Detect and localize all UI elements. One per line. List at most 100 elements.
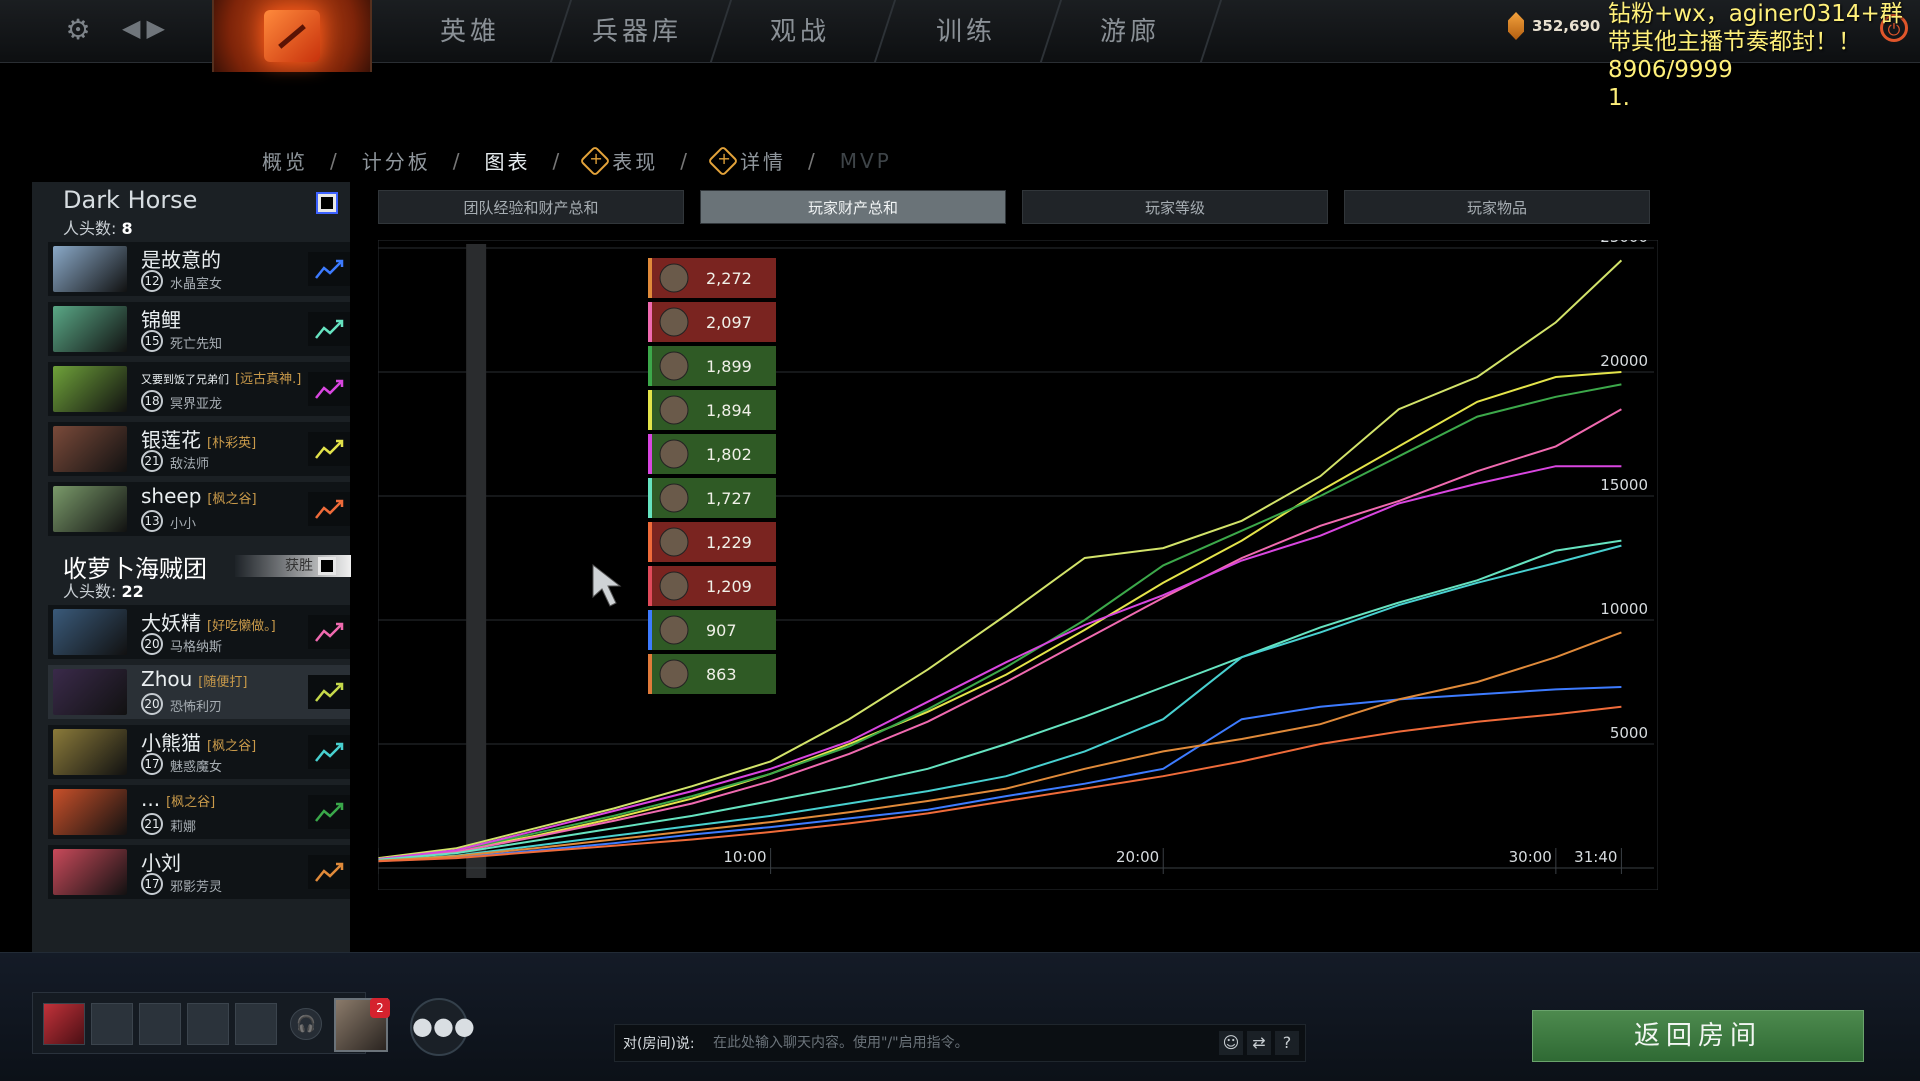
player-row[interactable]: 是故意的 12 水晶室女	[48, 242, 350, 296]
trend-line-icon[interactable]	[308, 432, 350, 466]
x-tick-label: 31:40	[1574, 848, 1617, 866]
nav-arrows[interactable]: ◀▶	[122, 14, 171, 42]
shard-gem-icon	[1508, 12, 1524, 40]
y-tick-label: 20000	[1600, 352, 1648, 370]
subnav-performance[interactable]: 表现	[579, 144, 658, 177]
player-name-text: 小刘	[141, 851, 181, 875]
tooltip-value: 1,899	[706, 357, 752, 376]
player-name-text: ...	[141, 787, 161, 811]
player-name: 大妖精 [好吃懒做。]	[141, 607, 276, 636]
tooltip-value: 1,209	[706, 577, 752, 596]
party-slot-empty[interactable]	[187, 1003, 229, 1045]
return-to-lobby-button[interactable]: 返回房间	[1532, 1010, 1864, 1062]
player-name: ... [枫之谷]	[141, 787, 215, 811]
hero-head-icon	[659, 263, 689, 293]
player-row[interactable]: 大妖精 [好吃懒做。] 20 马格纳斯	[48, 605, 350, 659]
hero-head-icon	[659, 571, 689, 601]
nav-tab-heroes[interactable]: 英雄	[440, 10, 500, 54]
tooltip-row-color	[648, 654, 652, 694]
player-guild-tag: [枫之谷]	[166, 795, 216, 810]
dota-logo-button[interactable]	[212, 0, 372, 72]
party-slot-empty[interactable]	[235, 1003, 277, 1045]
nav-tab-learn[interactable]: 训练	[936, 10, 996, 54]
plus-icon	[707, 144, 739, 177]
radiant-toggle-checkbox[interactable]	[316, 192, 338, 214]
player-name: 小熊猫 [枫之谷]	[141, 727, 256, 756]
subnav-separator: /	[330, 148, 340, 173]
subnav-separator: /	[680, 148, 690, 173]
chart-tab-player-items[interactable]: 玩家物品	[1344, 190, 1650, 224]
hero-head-icon	[659, 527, 689, 557]
subnav-details[interactable]: 详情	[707, 144, 786, 177]
shards-balance[interactable]: 352,690	[1508, 12, 1600, 40]
player-row[interactable]: 银莲花 [朴彩英] 21 敌法师	[48, 422, 350, 476]
y-tick-label: 15000	[1600, 476, 1648, 494]
hero-portrait	[53, 426, 127, 472]
hero-level: 21	[141, 450, 163, 472]
trend-line-icon[interactable]	[308, 735, 350, 769]
hero-level: 21	[141, 813, 163, 835]
voice-headset-icon[interactable]: 🎧	[290, 1008, 322, 1040]
hero-level: 18	[141, 390, 163, 412]
trend-line-icon[interactable]	[308, 795, 350, 829]
hero-name: 水晶室女	[170, 277, 223, 292]
subnav-mvp: MVP	[839, 148, 892, 173]
settings-gear-icon[interactable]: ⚙	[62, 14, 94, 46]
player-row[interactable]: ... [枫之谷] 21 莉娜	[48, 785, 350, 839]
party-slot-empty[interactable]	[91, 1003, 133, 1045]
trend-line-icon[interactable]	[308, 252, 350, 286]
subnav-separator: /	[452, 148, 463, 173]
kills-label: 人头数:	[63, 219, 117, 238]
help-icon[interactable]: ?	[1275, 1031, 1299, 1055]
player-guild-tag: [随便打]	[198, 675, 248, 690]
chart-tab-player-level[interactable]: 玩家等级	[1022, 190, 1328, 224]
hero-name: 莉娜	[170, 820, 197, 835]
trend-line-icon[interactable]	[308, 372, 350, 406]
emoji-icon[interactable]: ☺	[1219, 1031, 1243, 1055]
kills-value: 22	[121, 582, 144, 601]
player-row[interactable]: 小熊猫 [枫之谷] 17 魅惑魔女	[48, 725, 350, 779]
player-name: 银莲花 [朴彩英]	[141, 424, 256, 453]
chat-wheel-icon[interactable]: ⇄	[1247, 1031, 1271, 1055]
trend-line-icon[interactable]	[308, 855, 350, 889]
player-row[interactable]: 锦鲤 15 死亡先知	[48, 302, 350, 356]
y-tick-label: 25000	[1600, 240, 1648, 246]
hero-portrait	[53, 729, 127, 775]
trend-line-icon[interactable]	[308, 675, 350, 709]
subnav-separator: /	[808, 148, 818, 173]
player-guild-tag: [枫之谷]	[207, 492, 257, 507]
hero-name: 冥界亚龙	[170, 397, 223, 412]
hero-level: 17	[141, 753, 163, 775]
dire-team-header: 收萝卜海贼团 人头数: 22 获胜	[32, 545, 351, 603]
subnav-graphs[interactable]: 图表	[485, 146, 531, 175]
hero-level: 17	[141, 873, 163, 895]
x-tick-label: 20:00	[1116, 848, 1159, 866]
trend-line-icon[interactable]	[308, 615, 350, 649]
hero-head-icon	[659, 307, 689, 337]
hero-portrait	[53, 849, 127, 895]
nav-tab-arcade[interactable]: 游廊	[1100, 10, 1160, 54]
subnav-overview[interactable]: 概览	[262, 146, 308, 175]
player-row[interactable]: sheep [枫之谷] 13 小小	[48, 482, 350, 536]
player-row[interactable]: 又要到饭了兄弟们 [远古真神.] 18 冥界亚龙	[48, 362, 350, 416]
party-group-icon[interactable]: ●●●	[410, 998, 475, 1056]
stream-overlay-text: 钻粉+wx，aginer0314+群 带其他主播节奏都封！！ 8906/9999…	[1608, 1, 1903, 111]
plus-icon	[579, 144, 611, 177]
party-slot-self[interactable]	[43, 1003, 85, 1045]
nav-tab-armory[interactable]: 兵器库	[592, 10, 682, 54]
player-name: 又要到饭了兄弟们 [远古真神.]	[141, 368, 301, 387]
trend-line-icon[interactable]	[308, 492, 350, 526]
party-slot-empty[interactable]	[139, 1003, 181, 1045]
dire-toggle-checkbox[interactable]	[318, 557, 336, 575]
player-row[interactable]: Zhou [随便打] 20 恐怖利刃	[48, 665, 350, 719]
nav-tab-watch[interactable]: 观战	[770, 10, 830, 54]
trend-line-icon[interactable]	[308, 312, 350, 346]
chart-tab-team-xp-networth[interactable]: 团队经验和财产总和	[378, 190, 684, 224]
networth-line-chart[interactable]: 5000100001500020000250000:0010:0020:0030…	[378, 240, 1658, 890]
player-name-text: 大妖精	[141, 611, 201, 635]
hero-level: 15	[141, 330, 163, 352]
chart-tab-player-networth[interactable]: 玩家财产总和	[700, 190, 1006, 224]
chat-input[interactable]	[711, 1029, 1215, 1057]
subnav-scoreboard[interactable]: 计分板	[362, 146, 431, 175]
player-row[interactable]: 小刘 17 邪影芳灵	[48, 845, 350, 899]
